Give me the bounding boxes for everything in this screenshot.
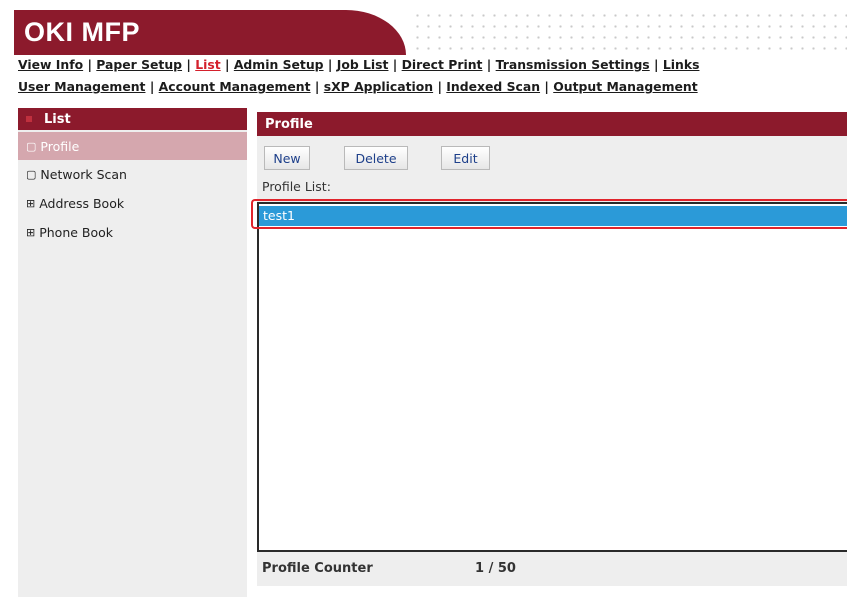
nav-separator: | [392,57,402,72]
expand-plus-icon: ⊞ [26,226,36,239]
profile-counter-bar: Profile Counter 1 / 50 [257,552,847,586]
sidebar-item-profile[interactable]: ▢ Profile [18,132,247,160]
square-icon: ▢ [26,168,37,181]
sidebar-item-label: Address Book [39,196,125,211]
sidebar-item-address-book[interactable]: ⊞ Address Book [18,189,247,218]
nav-link-indexed-scan[interactable]: Indexed Scan [446,79,540,94]
expand-plus-icon: ⊞ [26,197,36,210]
nav-link-list[interactable]: List [195,57,220,72]
nav-row-secondary: User Management | Account Management | s… [18,79,698,94]
profile-listbox[interactable]: test1 [257,202,847,552]
sidebar-title: List [44,111,71,127]
nav-separator: | [314,79,320,94]
page-title: Profile [265,116,313,132]
nav-separator: | [327,57,337,72]
nav-separator: | [654,57,663,72]
nav-link-job-list[interactable]: Job List [337,57,389,72]
sidebar-item-label: Network Scan [40,167,127,182]
nav-link-paper-setup[interactable]: Paper Setup [96,57,182,72]
nav-link-output-management[interactable]: Output Management [553,79,697,94]
header: OKI MFP [0,0,847,55]
nav-separator: | [225,57,234,72]
sidebar-item-label: Profile [40,138,80,154]
delete-button[interactable]: Delete [344,146,408,170]
nav-link-user-management[interactable]: User Management [18,79,145,94]
nav-link-links[interactable]: Links [663,57,700,72]
profile-list-label: Profile List: [257,176,847,202]
nav-link-view-info[interactable]: View Info [18,57,83,72]
nav-link-account-management[interactable]: Account Management [159,79,311,94]
nav-separator: | [186,57,196,72]
main-section-header: Profile [257,112,847,136]
nav-row-primary: View Info | Paper Setup | List | Admin S… [18,57,699,72]
brand-tab: OKI MFP [14,10,406,55]
nav-separator: | [544,79,549,94]
square-icon: ▢ [26,139,37,153]
profile-counter-value: 1 / 50 [475,561,516,576]
sidebar-item-network-scan[interactable]: ▢ Network Scan [18,160,247,189]
sidebar-item-phone-book[interactable]: ⊞ Phone Book [18,218,247,247]
square-bullet-icon [26,116,32,122]
nav-separator: | [87,57,97,72]
profile-counter-label: Profile Counter [262,561,373,576]
nav-link-sxp-application[interactable]: sXP Application [324,79,433,94]
sidebar: List ▢ Profile ▢ Network Scan ⊞ Address … [18,108,247,597]
toolbar: New Delete Edit [257,136,847,176]
nav-link-direct-print[interactable]: Direct Print [402,57,483,72]
list-item[interactable]: test1 [259,206,847,226]
nav-separator: | [486,57,492,72]
edit-button[interactable]: Edit [441,146,490,170]
nav-link-admin-setup[interactable]: Admin Setup [234,57,324,72]
sidebar-item-label: Phone Book [39,225,114,240]
nav-separator: | [437,79,442,94]
new-button[interactable]: New [264,146,310,170]
dot-pattern-decoration [412,10,847,55]
nav-link-transmission-settings[interactable]: Transmission Settings [496,57,650,72]
brand-title: OKI MFP [24,17,140,47]
nav-separator: | [149,79,155,94]
sidebar-header: List [18,108,247,130]
